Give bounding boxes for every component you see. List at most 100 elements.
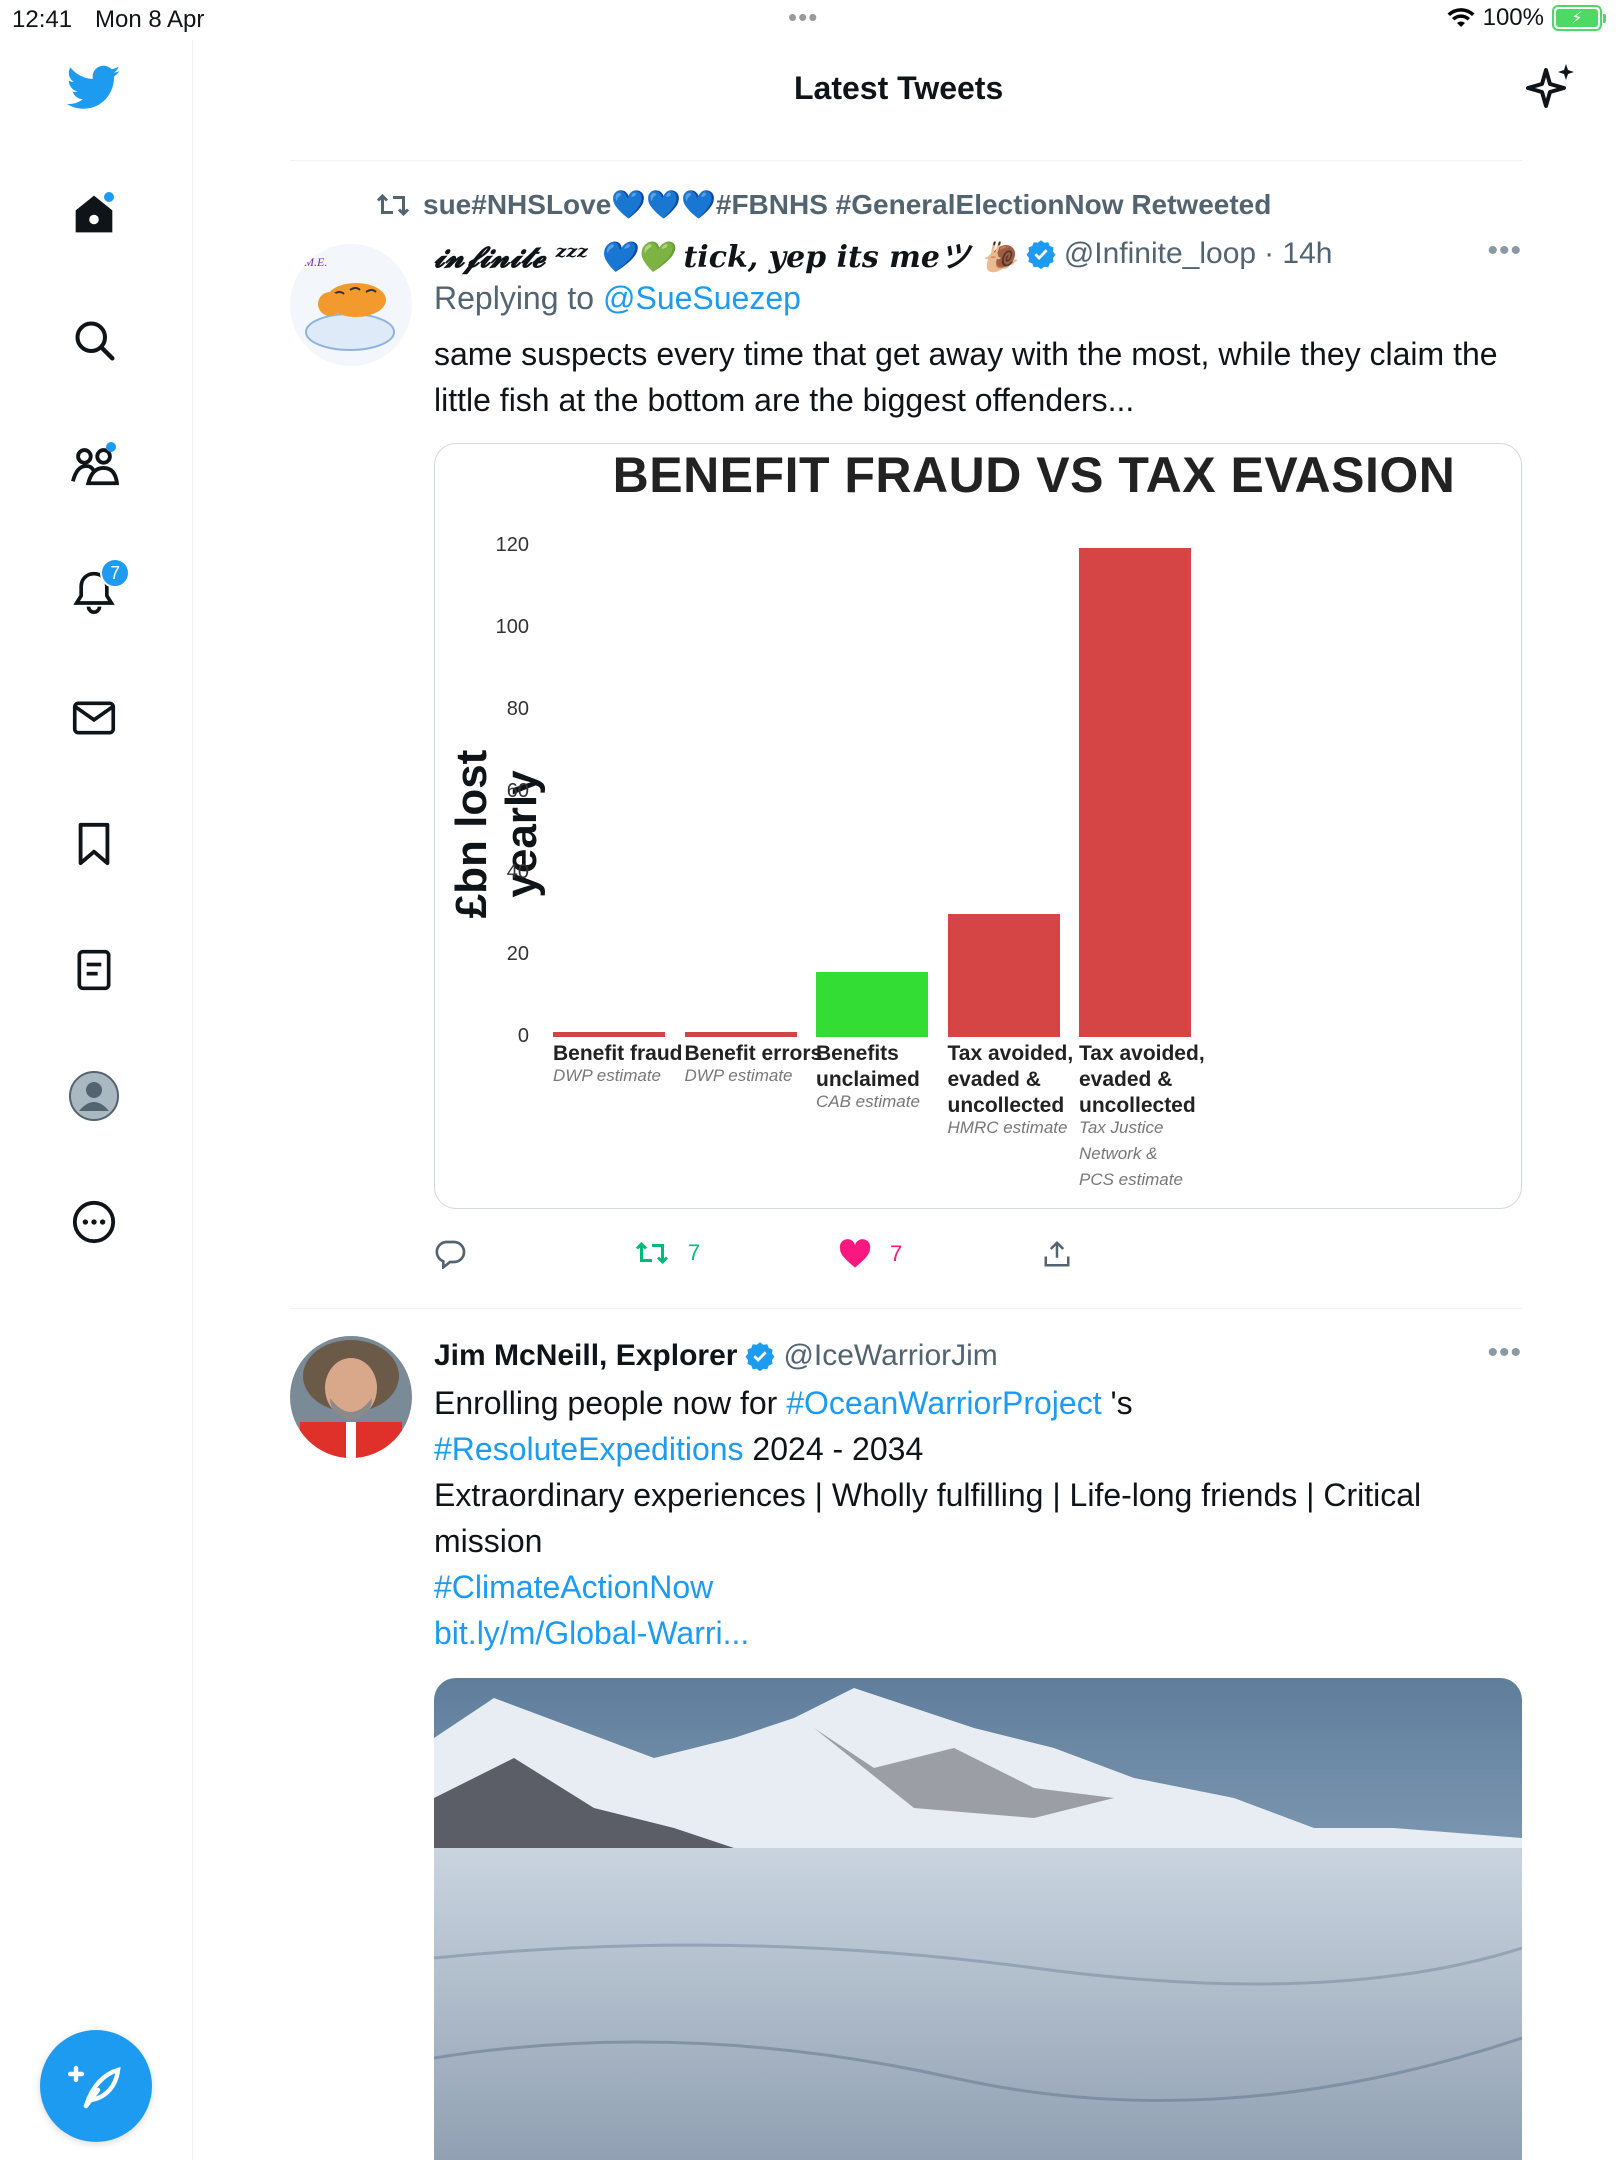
url-link[interactable]: bit.ly/m/Global-Warri... [434, 1615, 749, 1651]
hashtag-link[interactable]: #ResoluteExpeditions [434, 1431, 744, 1467]
communities-unread-dot [106, 442, 116, 452]
chart-category-label: Tax avoided, [1079, 1042, 1205, 1065]
battery-icon: ⚡ [1552, 5, 1606, 31]
tweet-text: Enrolling people now for #OceanWarriorPr… [434, 1380, 1522, 1656]
tweet-text: same suspects every time that get away w… [434, 336, 1498, 418]
sparkle-icon[interactable] [1526, 62, 1578, 114]
status-right: 100% ⚡ [1447, 4, 1606, 32]
heart-icon [839, 1239, 871, 1268]
home-unread-dot [104, 192, 114, 202]
header-divider [290, 160, 1522, 161]
tweet-timestamp[interactable]: · 14h [1264, 237, 1332, 271]
chart-category-label: evaded & [947, 1068, 1041, 1091]
tweet-text-line: 's [1101, 1385, 1133, 1421]
chart-y-tick: 80 [506, 697, 529, 720]
chart-y-tick: 60 [506, 779, 529, 802]
share-button[interactable] [1042, 1239, 1072, 1269]
author-name[interactable]: Jim McNeill, Explorer [434, 1339, 737, 1373]
like-count: 7 [890, 1241, 903, 1266]
chart-bar [947, 914, 1060, 1037]
like-button[interactable]: 7 [838, 1239, 902, 1269]
chart-category-source: DWP estimate [684, 1066, 793, 1085]
bookmarks-icon[interactable] [66, 816, 122, 872]
retweet-button[interactable]: 7 [634, 1239, 700, 1267]
verified-badge-icon [745, 1342, 775, 1371]
chart-category-label: Benefits [816, 1042, 899, 1065]
tweet-media-chart[interactable]: BENEFIT FRAUD VS TAX EVASION £bn lost ye… [434, 443, 1522, 1209]
tweet-more-options-icon[interactable]: ••• [1487, 1336, 1522, 1370]
twitter-logo-icon[interactable] [66, 60, 122, 116]
hashtag-link[interactable]: #OceanWarriorProject [786, 1385, 1101, 1421]
avatar-icewarriorjim[interactable] [290, 1336, 412, 1458]
retweet-icon [376, 193, 410, 216]
sidebar: 7 [0, 40, 193, 2160]
tweet-actions: 7 7 [434, 1227, 1522, 1287]
lists-icon[interactable] [66, 942, 122, 998]
tweet-media-photo[interactable] [434, 1678, 1522, 2160]
chart-y-tick: 120 [495, 534, 529, 556]
chart-y-tick: 100 [495, 615, 529, 638]
page-title: Latest Tweets [794, 70, 1004, 106]
tweet-text-line: Enrolling people now for [434, 1385, 787, 1421]
chart-category-source: Tax Justice [1079, 1118, 1164, 1137]
chart-bar [1079, 548, 1191, 1037]
author-handle[interactable]: @IceWarriorJim [783, 1339, 997, 1373]
retweet-icon [635, 1241, 669, 1265]
tweet-text-line: Extraordinary experiences | Wholly fulfi… [434, 1477, 1422, 1559]
chart-y-tick: 20 [506, 943, 529, 966]
more-options-icon[interactable] [66, 1194, 122, 1250]
timeline-header: Latest Tweets [194, 40, 1620, 160]
notifications-badge: 7 [100, 558, 130, 588]
retweet-count: 7 [688, 1240, 701, 1265]
svg-text:M.E.: M.E. [303, 255, 327, 269]
share-icon [1044, 1240, 1070, 1267]
home-icon[interactable] [66, 186, 122, 242]
replying-to-label: Replying to [434, 280, 603, 316]
hashtag-link[interactable]: #ClimateActionNow [434, 1569, 713, 1605]
chart-category-label: evaded & [1079, 1068, 1173, 1091]
tweet-more-options-icon[interactable]: ••• [1487, 234, 1522, 268]
compose-feather-icon [68, 2065, 121, 2109]
wifi-icon [1447, 8, 1475, 27]
status-time: 12:41 [12, 6, 73, 33]
chart-category-label: Tax avoided, [947, 1042, 1074, 1065]
tweet-divider [290, 1308, 1522, 1309]
notifications-bell-icon[interactable]: 7 [66, 558, 130, 620]
multitasking-dots[interactable]: ••• [788, 2, 818, 33]
retweeted-by-label[interactable]: sue#NHSLove💙💙💙#FBNHS #GeneralElectionNow… [423, 188, 1271, 221]
chart-category-source: CAB estimate [816, 1092, 920, 1111]
reply-bubble-icon [435, 1240, 466, 1269]
chart-title: BENEFIT FRAUD VS TAX EVASION [612, 447, 1456, 503]
author-name[interactable]: 𝓲𝓷𝓯𝓲𝓷𝓲𝓽𝓮 ᶻᶻᶻ 💙💚 tick, yep its meツ 🐌 [434, 232, 1018, 276]
tweet-content: 𝓲𝓷𝓯𝓲𝓷𝓲𝓽𝓮 ᶻᶻᶻ 💙💚 tick, yep its meツ 🐌 @Inf… [434, 234, 1522, 1287]
chart-category-source: Network & [1079, 1144, 1158, 1163]
status-date: Mon 8 Apr [95, 6, 205, 33]
chart-category-source: PCS estimate [1079, 1170, 1183, 1189]
chart-category-source: HMRC estimate [947, 1118, 1068, 1137]
author-handle[interactable]: @Infinite_loop [1064, 237, 1256, 271]
communities-icon[interactable] [66, 438, 122, 494]
messages-envelope-icon[interactable] [66, 690, 122, 746]
tweet-author-row: 𝓲𝓷𝓯𝓲𝓷𝓲𝓽𝓮 ᶻᶻᶻ 💙💚 tick, yep its meツ 🐌 @Inf… [434, 232, 1522, 276]
retweet-context: sue#NHSLove💙💙💙#FBNHS #GeneralElectionNow… [375, 188, 1271, 221]
compose-tweet-button[interactable] [40, 2030, 152, 2142]
verified-badge-icon [1026, 240, 1056, 269]
tweet-content: Jim McNeill, Explorer @IceWarriorJim •••… [434, 1336, 1522, 2160]
replying-to: Replying to @SueSuezep [434, 280, 1522, 317]
chart-y-axis-label: £bn lost yearly [447, 749, 546, 919]
tweet-text-line: 2024 - 2034 [743, 1431, 924, 1467]
chart-category-source: DWP estimate [553, 1066, 662, 1085]
chart-y-tick: 40 [506, 861, 529, 884]
battery-percent: 100% [1482, 4, 1544, 31]
chart-bar [553, 1032, 665, 1037]
reply-button[interactable] [434, 1239, 466, 1269]
profile-avatar-icon[interactable] [66, 1068, 122, 1124]
chart-y-tick: 0 [517, 1025, 529, 1047]
chart-bar [684, 1031, 797, 1037]
chart-bar [816, 971, 928, 1037]
tweet-author-row: Jim McNeill, Explorer @IceWarriorJim [434, 1336, 1522, 1376]
search-icon[interactable] [66, 312, 122, 368]
avatar-infinite-loop[interactable]: M.E. [290, 244, 412, 366]
replying-to-handle[interactable]: @SueSuezep [603, 280, 801, 316]
status-bar: 12:41 Mon 8 Apr ••• 100% ⚡ [0, 0, 1620, 40]
